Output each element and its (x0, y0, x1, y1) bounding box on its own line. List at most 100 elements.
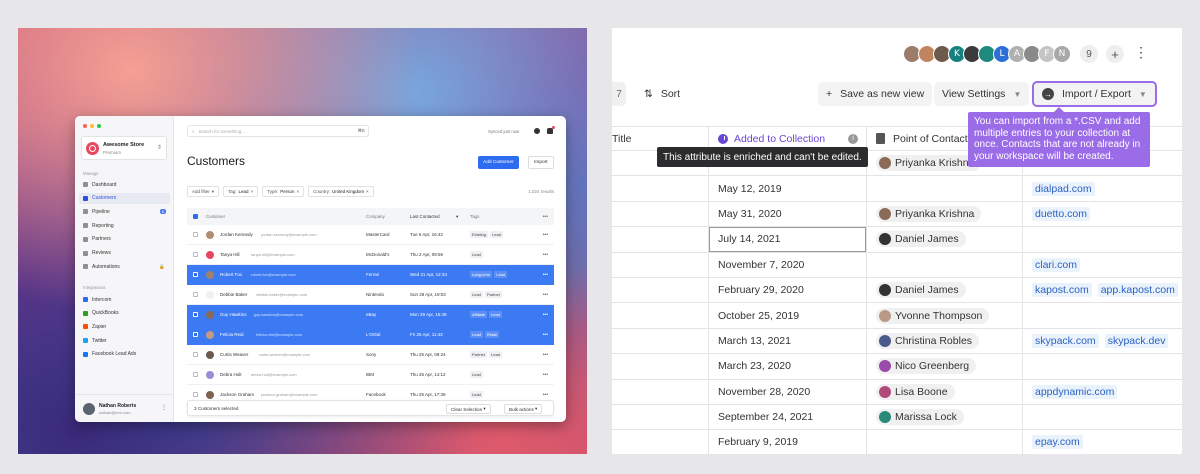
title-cell[interactable] (612, 354, 708, 378)
poc-cell[interactable] (867, 176, 1022, 200)
domains-cell[interactable]: kapost.com app.kapost.com (1023, 278, 1182, 302)
domains-cell[interactable] (1023, 405, 1182, 429)
poc-cell[interactable] (867, 430, 1022, 454)
row-checkbox[interactable] (193, 272, 198, 277)
person-chip[interactable]: Lisa Boone (876, 383, 955, 400)
member-avatar[interactable]: N (1053, 45, 1071, 63)
sidebar-item-partners[interactable]: Partners (79, 234, 170, 245)
member-count[interactable]: 9 (1080, 45, 1098, 63)
bulk-actions-button[interactable]: Bulk actions ▾ (504, 404, 543, 414)
close-dot[interactable] (83, 124, 87, 128)
customer-name[interactable]: Jordan Kennedy (220, 232, 253, 237)
row-checkbox[interactable] (193, 252, 198, 257)
more-vertical-icon[interactable]: ⋮ (161, 404, 167, 411)
table-row[interactable]: Guy Hawkins guy.hawkins@example.com eBay Mo… (187, 305, 554, 325)
add-member-button[interactable]: + (1106, 45, 1124, 63)
domain-link[interactable]: skypack.com (1032, 333, 1099, 348)
more-horizontal-icon[interactable]: ••• (543, 372, 548, 378)
filter-chip-tag[interactable]: Tag: Lead × (223, 186, 259, 197)
search-input[interactable]: ⌕ Search for something... ⌘K (187, 125, 369, 137)
customer-name[interactable]: Tanya Hill (220, 252, 240, 257)
domains-cell[interactable] (1023, 354, 1182, 378)
domain-link[interactable]: skypack.dev (1104, 333, 1169, 348)
domains-cell[interactable] (1023, 227, 1182, 251)
customer-name[interactable]: Guy Hawkins (220, 312, 247, 317)
domains-cell[interactable]: dialpad.com (1023, 176, 1182, 200)
person-chip[interactable]: Yvonne Thompson (876, 307, 990, 324)
title-cell[interactable] (612, 380, 708, 404)
more-horizontal-icon[interactable]: ••• (543, 252, 548, 258)
maximize-dot[interactable] (97, 124, 101, 128)
user-profile[interactable]: Nathan Roberts nathan@crm.com ⋮ (75, 394, 174, 422)
add-customer-button[interactable]: Add Customer (478, 156, 519, 169)
title-cell[interactable] (612, 227, 708, 251)
close-icon[interactable]: × (296, 189, 299, 194)
domains-cell[interactable]: appdynamic.com (1023, 380, 1182, 404)
domains-cell[interactable]: epay.com (1023, 430, 1182, 454)
person-chip[interactable]: Priyanka Krishna (876, 155, 982, 172)
title-cell[interactable] (612, 329, 708, 353)
person-chip[interactable]: Marissa Lock (876, 409, 964, 426)
poc-cell[interactable] (867, 253, 1022, 277)
added-date-cell[interactable]: March 13, 2021 (709, 329, 866, 353)
sidebar-item-twitter[interactable]: Twitter (79, 335, 170, 346)
sidebar-item-customers[interactable]: Customers (79, 192, 170, 204)
domains-cell[interactable]: duetto.com (1023, 202, 1182, 226)
more-vertical-icon[interactable]: ⋮ (1134, 44, 1148, 61)
info-icon[interactable]: i (848, 133, 858, 144)
domain-link[interactable]: kapost.com (1032, 283, 1092, 298)
added-date-cell[interactable]: November 7, 2020 (709, 253, 866, 277)
col-company[interactable]: Company (366, 214, 385, 219)
row-checkbox[interactable] (193, 312, 198, 317)
title-cell[interactable] (612, 405, 708, 429)
filter-chip-type[interactable]: Type: Person × (262, 186, 305, 197)
add-filter-button[interactable]: Add filter ▾ (187, 186, 220, 197)
domains-cell[interactable]: skypack.com skypack.dev (1023, 329, 1182, 353)
col-last-contacted[interactable]: Last Contacted (410, 214, 440, 219)
poc-cell[interactable]: Daniel James (867, 227, 1022, 251)
added-date-cell[interactable]: February 29, 2020 (709, 278, 866, 302)
table-row[interactable]: Tanya Hill tanya.hill@example.com McDonald… (187, 245, 554, 265)
import-button[interactable]: Import (528, 156, 554, 169)
more-horizontal-icon[interactable]: ••• (543, 392, 548, 398)
domain-link[interactable]: duetto.com (1032, 206, 1090, 221)
table-row[interactable]: Jordan Kennedy jordan.kennedy@example.com… (187, 225, 554, 245)
sidebar-item-reporting[interactable]: Reporting (79, 220, 170, 231)
member-avatars[interactable]: KLAFN (903, 45, 1071, 63)
title-cell[interactable] (612, 202, 708, 226)
more-horizontal-icon[interactable]: ••• (543, 352, 548, 358)
minimize-dot[interactable] (90, 124, 94, 128)
sidebar-item-pipeline[interactable]: Pipeline 6 (79, 206, 170, 217)
added-date-cell[interactable]: October 25, 2019 (709, 303, 866, 327)
more-horizontal-icon[interactable]: ••• (543, 232, 548, 238)
customer-name[interactable]: Debbie Baker (220, 292, 247, 297)
close-icon[interactable]: × (366, 189, 369, 194)
row-checkbox[interactable] (193, 352, 198, 357)
customer-name[interactable]: Robert Fox (220, 272, 242, 277)
sort-button[interactable]: ⇅ Sort (636, 82, 688, 106)
table-row[interactable]: Debbie Baker debbie.baker@example.com Nint… (187, 285, 554, 305)
import-export-button[interactable]: → Import / Export ▼ (1032, 81, 1157, 107)
table-row[interactable]: Curtis Weaver curtis.weaver@example.com So… (187, 345, 554, 365)
title-cell[interactable] (612, 303, 708, 327)
person-chip[interactable]: Priyanka Krishna (876, 205, 982, 222)
poc-cell[interactable]: Christina Robles (867, 329, 1022, 353)
clear-selection-button[interactable]: Clear Selection ▾ (446, 404, 491, 414)
store-switcher[interactable]: Awesome Store Premium ⇕ (81, 136, 167, 160)
save-view-button[interactable]: + Save as new view (818, 82, 933, 106)
sidebar-item-quickbooks[interactable]: QuickBooks (79, 308, 170, 319)
added-date-cell[interactable]: September 24, 2021 (709, 405, 866, 429)
col-customer[interactable]: Customer (206, 214, 225, 219)
title-cell[interactable] (612, 176, 708, 200)
close-icon[interactable]: × (251, 189, 254, 194)
help-icon[interactable] (534, 128, 540, 134)
customer-name[interactable]: Jackson Graham (220, 392, 254, 397)
table-row[interactable]: Robert Fox robert.fox@example.com Ferrari W… (187, 265, 554, 285)
customer-name[interactable]: Felicia Reid (220, 332, 244, 337)
poc-cell[interactable]: Yvonne Thompson (867, 303, 1022, 327)
domain-link[interactable]: epay.com (1032, 435, 1083, 450)
row-checkbox[interactable] (193, 232, 198, 237)
col-tags[interactable]: Tags (470, 214, 479, 219)
added-date-cell[interactable]: March 23, 2020 (709, 354, 866, 378)
sidebar-item-intercom[interactable]: Intercom (79, 294, 170, 305)
